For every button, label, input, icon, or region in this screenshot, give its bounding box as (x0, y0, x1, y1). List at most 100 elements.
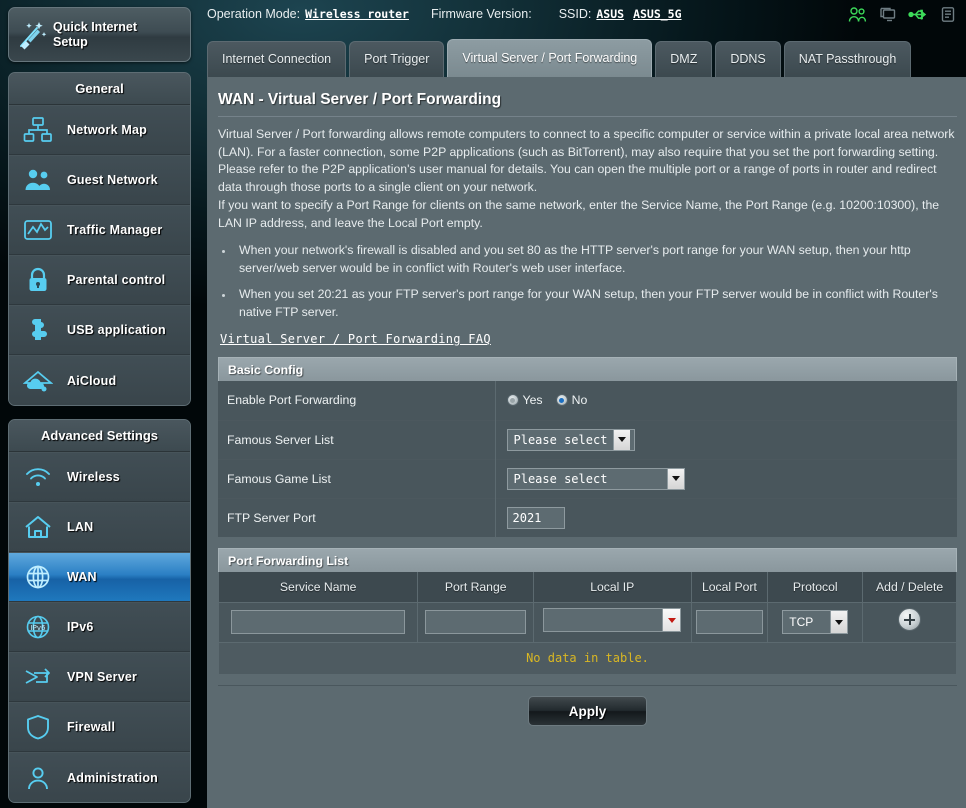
sidebar-item-label: USB application (67, 323, 166, 337)
chevron-down-icon[interactable] (662, 609, 681, 631)
sidebar-item-wireless[interactable]: Wireless (9, 452, 190, 502)
column-protocol: Protocol (767, 572, 864, 603)
status-header: Operation Mode: Wireless router Firmware… (207, 0, 966, 28)
ssid-5g-value[interactable]: ASUS_5G (633, 7, 681, 21)
port-range-input[interactable] (425, 610, 527, 634)
column-service-name: Service Name (217, 572, 419, 603)
sidebar-item-network-map[interactable]: Network Map (9, 105, 190, 155)
empty-state-message: No data in table. (218, 641, 957, 675)
sidebar-item-ipv6[interactable]: IPv6 IPv6 (9, 602, 190, 652)
sidebar-item-administration[interactable]: Administration (9, 752, 190, 802)
row-label: Famous Game List (218, 459, 496, 498)
protocol-value: TCP (789, 615, 814, 629)
printer-icon[interactable] (940, 6, 956, 23)
service-name-input[interactable] (230, 610, 406, 634)
column-local-ip: Local IP (533, 572, 692, 603)
firmware-version-label: Firmware Version: (430, 7, 532, 21)
lock-icon (9, 266, 67, 294)
page-title: WAN - Virtual Server / Port Forwarding (218, 91, 502, 108)
table-header-row: Service Name Port Range Local IP Local P… (217, 572, 957, 603)
apply-button[interactable]: Apply (528, 696, 647, 726)
action-bar: Apply (218, 684, 957, 737)
puzzle-piece-icon (9, 316, 67, 344)
tab-ddns[interactable]: DDNS (715, 41, 781, 77)
traffic-manager-icon (9, 216, 67, 244)
monitors-icon[interactable] (878, 6, 897, 23)
sidebar-item-firewall[interactable]: Firewall (9, 702, 190, 752)
famous-game-list-select[interactable]: Please select (506, 467, 685, 490)
empty-state-row: No data in table. (218, 641, 957, 675)
famous-server-list-select[interactable]: Please select (506, 428, 635, 451)
plus-circle-icon[interactable] (898, 608, 922, 631)
protocol-select[interactable]: TCP (782, 610, 849, 634)
description-paragraph-1: Virtual Server / Port forwarding allows … (218, 127, 955, 194)
sidebar-item-lan[interactable]: LAN (9, 502, 190, 552)
tab-nat-passthrough[interactable]: NAT Passthrough (783, 41, 912, 77)
ftp-server-port-input[interactable] (506, 506, 565, 529)
radio-no-label: No (571, 393, 588, 408)
ssid-24g-value[interactable]: ASUS (596, 7, 624, 21)
magic-wand-icon (9, 19, 53, 51)
row-famous-game-list: Famous Game List Please select (218, 459, 957, 498)
usb-icon[interactable] (908, 7, 929, 22)
port-forwarding-table: Service Name Port Range Local IP Local P… (217, 572, 957, 675)
port-forwarding-list-title: Port Forwarding List (218, 548, 957, 572)
user-icon (9, 764, 67, 792)
sidebar-item-traffic-manager[interactable]: Traffic Manager (9, 205, 190, 255)
sidebar-item-vpn-server[interactable]: VPN Server (9, 652, 190, 702)
radio-option-no[interactable]: No (555, 393, 588, 408)
faq-link[interactable]: Virtual Server / Port Forwarding FAQ (220, 332, 491, 346)
chevron-down-icon[interactable] (830, 611, 848, 633)
sidebar-item-label: Wireless (67, 470, 120, 484)
sidebar-item-label: Traffic Manager (67, 223, 163, 237)
sidebar-general-title: General (9, 73, 190, 105)
quick-internet-setup-label: Quick Internet Setup (53, 19, 138, 49)
tab-dmz[interactable]: DMZ (655, 41, 713, 77)
vpn-key-icon (9, 663, 67, 691)
note-item: When your network's firewall is disabled… (234, 242, 957, 277)
description-panel: WAN - Virtual Server / Port Forwarding V… (207, 77, 966, 357)
main-content-panel: WAN - Virtual Server / Port Forwarding V… (207, 77, 966, 808)
radio-yes-button[interactable] (506, 394, 519, 407)
sidebar-item-label: Network Map (67, 123, 147, 137)
local-ip-value (544, 609, 662, 631)
tab-internet-connection[interactable]: Internet Connection (207, 41, 347, 77)
tab-bar: Internet Connection Port Trigger Virtual… (207, 39, 914, 77)
shield-icon (9, 713, 67, 741)
sidebar-general-section: General Network Map Guest Network Traffi… (8, 72, 191, 406)
ssid-label: SSID: (558, 7, 592, 21)
sidebar-item-wan[interactable]: WAN (9, 552, 190, 602)
famous-server-list-value: Please select (513, 432, 608, 447)
router-admin-page: Operation Mode: Wireless router Firmware… (0, 0, 966, 808)
row-famous-server-list: Famous Server List Please select (218, 420, 957, 459)
svg-text:IPv6: IPv6 (31, 624, 46, 632)
column-port-range: Port Range (417, 572, 535, 603)
column-add-delete: Add / Delete (862, 572, 957, 603)
tab-virtual-server-port-forwarding[interactable]: Virtual Server / Port Forwarding (447, 39, 653, 77)
sidebar-item-label: Guest Network (67, 173, 158, 187)
local-ip-select[interactable] (543, 608, 682, 632)
local-port-input[interactable] (696, 610, 763, 634)
sidebar-advanced-title: Advanced Settings (9, 420, 190, 452)
note-item: When you set 20:21 as your FTP server's … (234, 286, 957, 321)
famous-game-list-value: Please select (513, 471, 608, 486)
operation-mode-value[interactable]: Wireless router (305, 7, 409, 21)
tab-port-trigger[interactable]: Port Trigger (349, 41, 445, 77)
clients-users-icon[interactable] (848, 6, 867, 23)
radio-yes-label: Yes (522, 393, 543, 408)
radio-no-button[interactable] (555, 394, 568, 407)
port-forwarding-list-section: Port Forwarding List Service Name Port R… (217, 548, 957, 675)
cloud-icon (9, 367, 67, 395)
sidebar-item-parental-control[interactable]: Parental control (9, 255, 190, 305)
table-row: TCP (217, 601, 957, 643)
sidebar-item-aicloud[interactable]: AiCloud (9, 355, 190, 405)
radio-option-yes[interactable]: Yes (506, 393, 543, 408)
guest-network-icon (9, 166, 67, 194)
chevron-down-icon[interactable] (666, 468, 684, 489)
globe-icon (9, 563, 67, 591)
quick-internet-setup-button[interactable]: Quick Internet Setup (8, 7, 191, 62)
sidebar-item-usb-application[interactable]: USB application (9, 305, 190, 355)
chevron-down-icon[interactable] (613, 429, 631, 450)
sidebar-item-label: Firewall (67, 720, 116, 734)
sidebar-item-guest-network[interactable]: Guest Network (9, 155, 190, 205)
